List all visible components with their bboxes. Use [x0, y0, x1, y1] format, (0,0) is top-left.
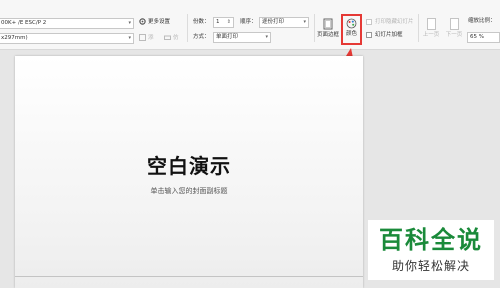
page-divider — [15, 276, 363, 277]
watermark-title: 百科全说 — [379, 226, 483, 254]
site-watermark: 百科全说 助你轻松解决 — [368, 220, 494, 280]
slide-subtitle: 单击输入您的封面副标题 — [150, 187, 228, 195]
slide-title: 空白演示 — [147, 154, 231, 178]
watermark-subtitle: 助你轻松解决 — [391, 259, 470, 273]
